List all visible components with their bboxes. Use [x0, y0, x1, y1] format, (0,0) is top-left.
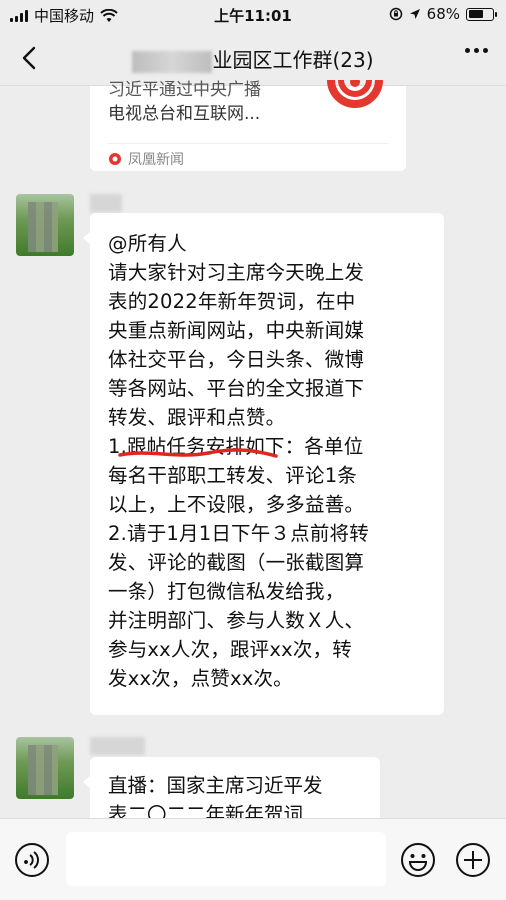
- status-right: 68%: [389, 5, 497, 23]
- emoji-icon[interactable]: [400, 842, 436, 878]
- message-bubble[interactable]: @所有人 请大家针对习主席今天晚上发 表的2022年新年贺词，在中 央重点新闻网…: [83, 213, 444, 715]
- chat-title-text: 业园区工作群(23): [212, 48, 374, 72]
- redacted-title-part: [132, 50, 213, 73]
- sender-name-redacted: [90, 737, 145, 755]
- battery-icon: [466, 7, 497, 21]
- red-underline-mark: [118, 448, 278, 458]
- avatar[interactable]: [16, 737, 74, 799]
- sender-name-redacted: [90, 194, 122, 212]
- news-card-line2: 电视总台和互联网...: [108, 104, 261, 124]
- back-icon[interactable]: [16, 44, 44, 72]
- news-source: 凤凰新闻: [108, 149, 184, 169]
- news-thumbnail-icon: [327, 80, 383, 108]
- more-options-icon[interactable]: [465, 48, 488, 53]
- battery-fill: [468, 10, 484, 18]
- news-source-label: 凤凰新闻: [128, 152, 184, 168]
- input-bar: [0, 818, 506, 900]
- phoenix-logo-icon: [109, 153, 121, 165]
- voice-icon[interactable]: [14, 842, 50, 878]
- avatar[interactable]: [16, 194, 74, 256]
- news-link-card[interactable]: 习近平通过中央广播 电视总台和互联网... 凤凰新闻: [90, 80, 406, 171]
- news-card-line1: 习近平通过中央广播: [108, 80, 261, 100]
- message-bubble[interactable]: 直播：国家主席习近平发 表二〇二二年新年贺词: [83, 757, 380, 827]
- location-icon: [409, 9, 420, 19]
- status-bar: 中国移动 上午11:01 68%: [0, 0, 506, 30]
- card-divider: [108, 143, 388, 144]
- news-card-text: 习近平通过中央广播 电视总台和互联网...: [108, 80, 308, 126]
- battery-percent: 68%: [426, 5, 460, 23]
- message-input[interactable]: [66, 832, 386, 886]
- message-text: @所有人 请大家针对习主席今天晚上发 表的2022年新年贺词，在中 央重点新闻网…: [108, 232, 369, 690]
- add-icon[interactable]: [455, 842, 491, 878]
- chat-title: 业园区工作群(23): [60, 44, 446, 73]
- orientation-lock-icon: [389, 7, 402, 21]
